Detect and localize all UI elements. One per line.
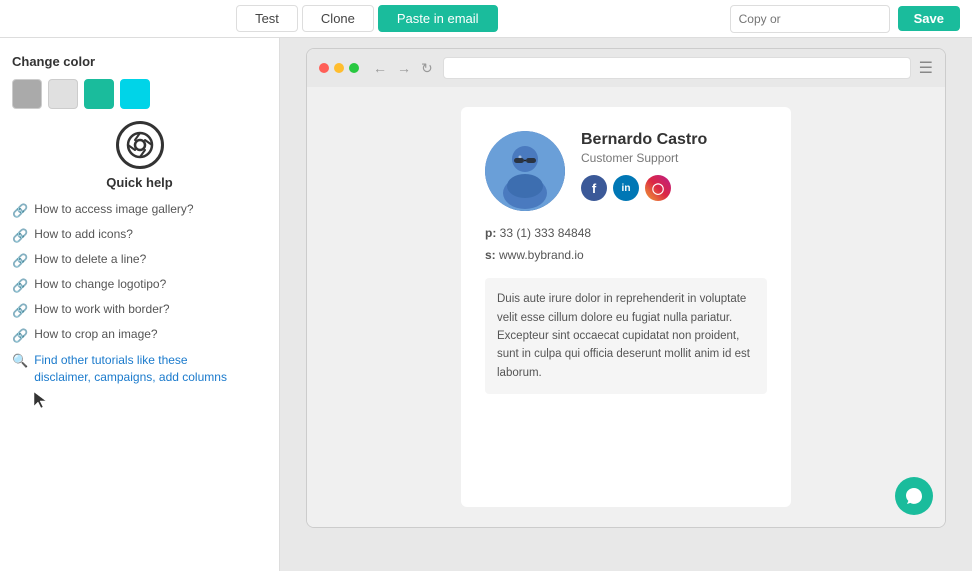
sig-top: Bernardo Castro Customer Support f in ◯: [485, 131, 767, 211]
color-section-title: Change color: [12, 54, 267, 69]
toolbar: Test Clone Paste in email Save: [0, 0, 972, 38]
find-tutorials-link[interactable]: 🔍 Find other tutorials like these discla…: [12, 352, 267, 386]
link-icon-border: 🔗: [12, 303, 28, 319]
browser-content: Bernardo Castro Customer Support f in ◯: [307, 87, 945, 527]
swatch-teal[interactable]: [84, 79, 114, 109]
browser-dot-green[interactable]: [349, 63, 359, 73]
swatch-gray[interactable]: [12, 79, 42, 109]
social-linkedin-icon[interactable]: in: [613, 175, 639, 201]
quick-help-title: Quick help: [106, 175, 172, 190]
tab-paste-in-email[interactable]: Paste in email: [378, 5, 498, 32]
social-instagram-icon[interactable]: ◯: [645, 175, 671, 201]
sig-info: Bernardo Castro Customer Support f in ◯: [581, 131, 767, 201]
sig-bio: Duis aute irure dolor in reprehenderit i…: [485, 278, 767, 394]
tab-clone[interactable]: Clone: [302, 5, 374, 32]
swatch-light-gray[interactable]: [48, 79, 78, 109]
browser-forward-button[interactable]: →: [395, 60, 413, 76]
sig-title: Customer Support: [581, 151, 767, 165]
toolbar-right: Save: [730, 5, 960, 33]
help-link-border[interactable]: 🔗 How to work with border?: [12, 302, 267, 319]
browser-menu-icon[interactable]: ☰: [919, 58, 933, 78]
find-tutorials-sublabel: disclaimer, campaigns, add columns: [34, 369, 227, 386]
link-icon-logotipo: 🔗: [12, 278, 28, 294]
swatch-cyan[interactable]: [120, 79, 150, 109]
sig-phone: p: 33 (1) 333 84848: [485, 223, 767, 245]
browser-window: ← → ↻ ☰: [306, 48, 946, 528]
toolbar-tabs: Test Clone Paste in email: [12, 5, 722, 32]
help-link-delete-line[interactable]: 🔗 How to delete a line?: [12, 252, 267, 269]
help-icon: [116, 121, 164, 169]
link-icon-crop: 🔗: [12, 328, 28, 344]
social-facebook-icon[interactable]: f: [581, 175, 607, 201]
find-tutorials-label: Find other tutorials like these: [34, 352, 227, 369]
sig-contact: p: 33 (1) 333 84848 s: www.bybrand.io: [485, 223, 767, 266]
avatar: [485, 131, 565, 211]
search-icon: 🔍: [12, 353, 28, 369]
chat-bubble-button[interactable]: [895, 477, 933, 515]
browser-dot-red[interactable]: [319, 63, 329, 73]
sig-name: Bernardo Castro: [581, 131, 767, 149]
sidebar: Change color Quick help: [0, 38, 280, 571]
sig-website: s: www.bybrand.io: [485, 245, 767, 267]
main-content: Change color Quick help: [0, 38, 972, 571]
help-link-icons[interactable]: 🔗 How to add icons?: [12, 227, 267, 244]
quick-help-section: Quick help: [12, 121, 267, 190]
email-signature-card: Bernardo Castro Customer Support f in ◯: [461, 107, 791, 507]
save-button[interactable]: Save: [898, 6, 960, 31]
browser-dots: [319, 63, 359, 73]
copy-input[interactable]: [730, 5, 890, 33]
help-link-logotipo[interactable]: 🔗 How to change logotipo?: [12, 277, 267, 294]
color-section: Change color: [12, 54, 267, 109]
link-icon-delete-line: 🔗: [12, 253, 28, 269]
browser-dot-yellow[interactable]: [334, 63, 344, 73]
browser-address-bar[interactable]: [443, 57, 911, 79]
preview-area: ← → ↻ ☰: [280, 38, 972, 571]
help-link-crop[interactable]: 🔗 How to crop an image?: [12, 327, 267, 344]
browser-refresh-button[interactable]: ↻: [419, 60, 435, 77]
help-link-gallery[interactable]: 🔗 How to access image gallery?: [12, 202, 267, 219]
color-swatches: [12, 79, 267, 109]
browser-header: ← → ↻ ☰: [307, 49, 945, 87]
cursor-indicator: [32, 390, 267, 415]
link-icon-gallery: 🔗: [12, 203, 28, 219]
link-icon-icons: 🔗: [12, 228, 28, 244]
sig-socials: f in ◯: [581, 175, 767, 201]
tab-test[interactable]: Test: [236, 5, 298, 32]
help-links: 🔗 How to access image gallery? 🔗 How to …: [12, 202, 267, 415]
browser-back-button[interactable]: ←: [371, 60, 389, 76]
browser-nav: ← → ↻: [371, 60, 435, 77]
